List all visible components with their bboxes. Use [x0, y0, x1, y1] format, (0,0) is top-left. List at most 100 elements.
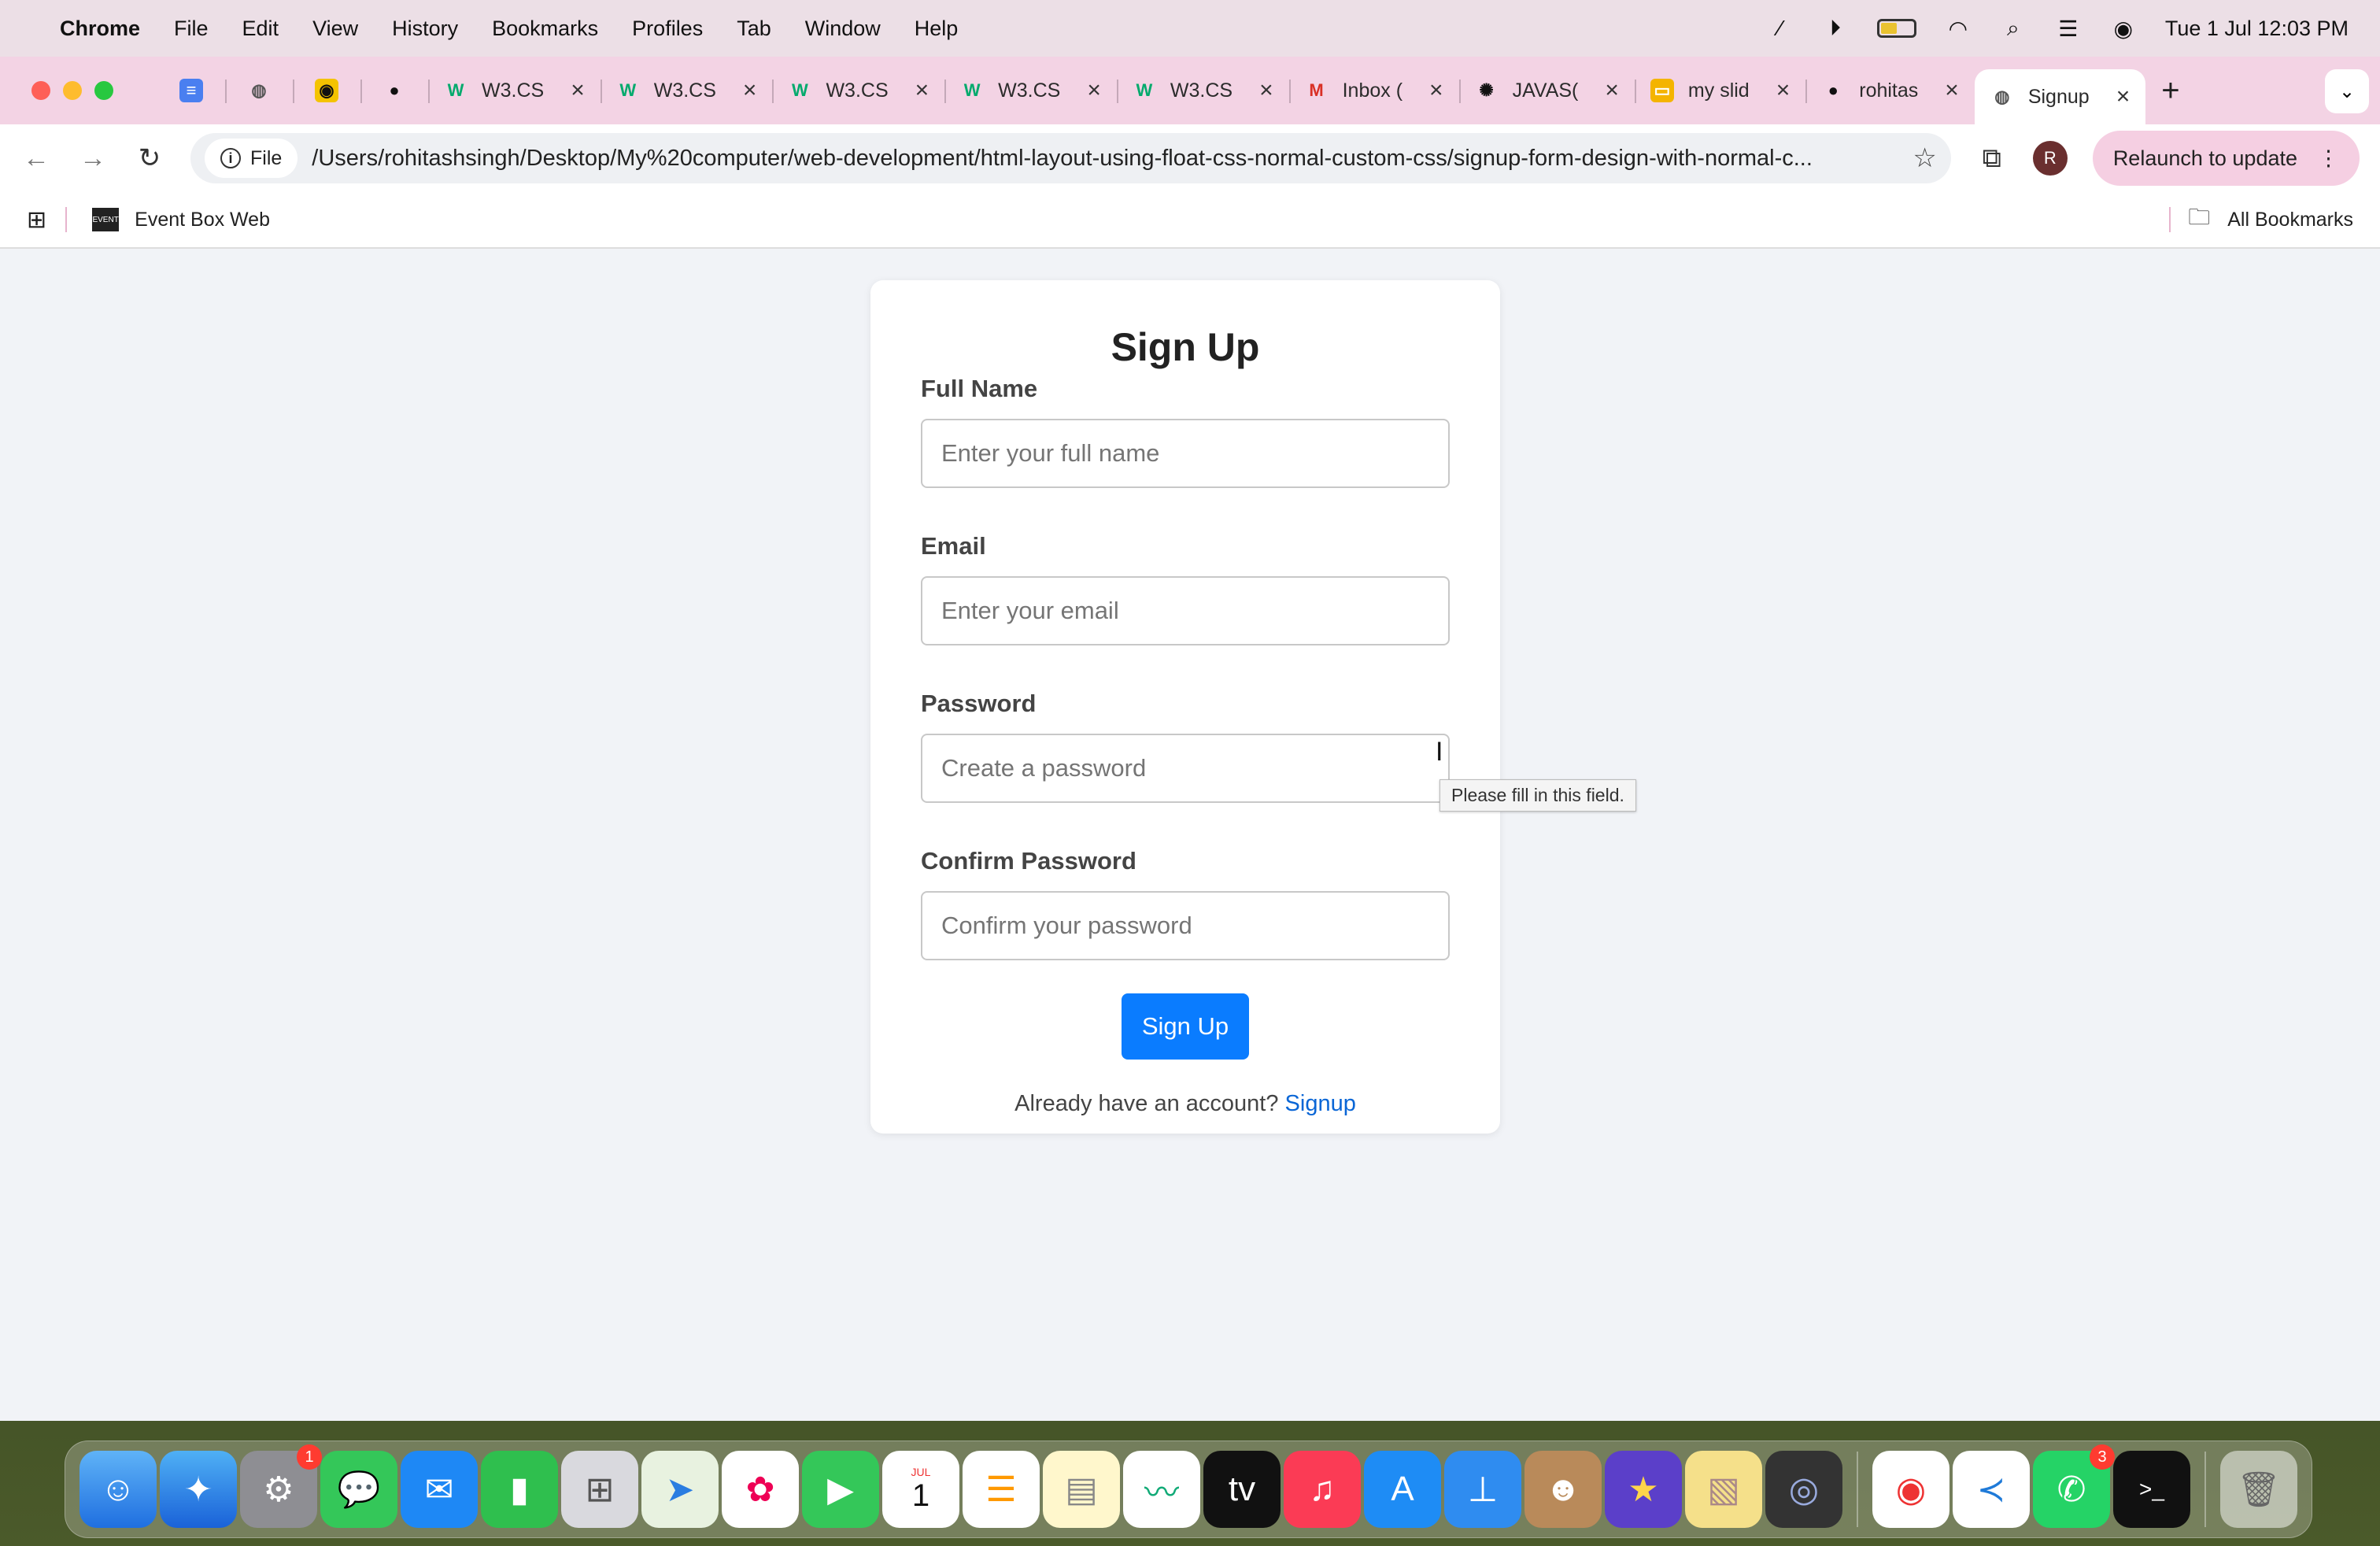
close-window-button[interactable] [31, 81, 50, 100]
signup-link[interactable]: Signup [1285, 1091, 1356, 1116]
tab-github[interactable]: ● rohitas × [1805, 67, 1975, 114]
menu-help[interactable]: Help [915, 17, 959, 41]
menu-window[interactable]: Window [805, 17, 881, 41]
relaunch-to-update-button[interactable]: Relaunch to update ⋮ [2092, 131, 2360, 186]
close-tab-icon[interactable]: × [1945, 77, 1959, 104]
menu-edit[interactable]: Edit [242, 17, 279, 41]
app-store-icon[interactable]: A [1364, 1451, 1441, 1528]
apps-grid-icon[interactable]: ⊞ [27, 206, 46, 234]
close-tab-icon[interactable]: × [1776, 77, 1791, 104]
address-bar[interactable]: i File /Users/rohitashsingh/Desktop/My%2… [190, 133, 1951, 183]
pinned-tab-extension[interactable]: ◉ [293, 67, 360, 114]
new-tab-button[interactable]: + [2161, 73, 2179, 109]
profile-avatar[interactable]: R [2032, 141, 2068, 176]
trash-icon[interactable]: 🗑 [2220, 1451, 2297, 1528]
full-name-input[interactable] [921, 419, 1450, 488]
freeform-icon[interactable]: 〰 [1123, 1451, 1200, 1528]
safari-icon[interactable]: ✦ [160, 1451, 237, 1528]
keynote-icon[interactable]: ⊥ [1444, 1451, 1521, 1528]
browser-toolbar: ← → ↻ i File /Users/rohitashsingh/Deskto… [0, 124, 2380, 192]
chrome-icon[interactable]: ◉ [1872, 1451, 1949, 1528]
menu-history[interactable]: History [392, 17, 458, 41]
tab-w3-1[interactable]: W W3.CS × [428, 67, 601, 114]
vscode-icon[interactable]: ≺ [1953, 1451, 2030, 1528]
search-icon[interactable]: ⌕ [2000, 16, 2027, 40]
whatsapp-icon[interactable]: ✆ 3 [2033, 1444, 2115, 1528]
close-tab-icon[interactable]: × [743, 77, 757, 104]
all-bookmarks[interactable]: 🗀 All Bookmarks [2169, 201, 2353, 239]
system-settings-icon[interactable]: ⚙ 1 [240, 1444, 322, 1528]
pinned-tab-globe[interactable]: ◍ [225, 67, 293, 114]
apple-tv-icon[interactable]: tv [1203, 1451, 1281, 1528]
music-icon[interactable]: ♫ [1284, 1451, 1361, 1528]
pen-slash-icon[interactable]: ⁄ [1767, 16, 1794, 40]
back-arrow-icon[interactable]: ← [20, 143, 52, 174]
confirm-password-input[interactable] [921, 891, 1450, 960]
close-tab-icon[interactable]: × [1605, 77, 1619, 104]
extensions-puzzle-icon[interactable]: ⧉ [1976, 143, 2008, 174]
tab-w3-4[interactable]: W W3.CS × [944, 67, 1117, 114]
contacts-icon[interactable]: ☻ [1524, 1451, 1602, 1528]
maps-icon[interactable]: ➤ [641, 1451, 719, 1528]
tab-chatgpt[interactable]: ✺ JAVAS(× [1458, 67, 1635, 114]
battery-icon[interactable] [1876, 19, 1916, 38]
notes-icon[interactable]: ▤ [1043, 1451, 1120, 1528]
full-name-label: Full Name [921, 375, 1038, 402]
quicktime-icon[interactable]: ◎ [1765, 1451, 1842, 1528]
url-text[interactable]: /Users/rohitashsingh/Desktop/My%20comput… [312, 146, 1898, 172]
github-icon: ● [389, 80, 400, 100]
reminders-icon[interactable]: ☰ [963, 1451, 1040, 1528]
pinned-tab-docs[interactable]: ≡ [157, 67, 225, 114]
tab-w3-3[interactable]: W W3.CS × [772, 67, 944, 114]
stickies-icon[interactable]: ▧ [1685, 1451, 1762, 1528]
finder-icon[interactable]: ☺ [79, 1451, 157, 1528]
zoom-window-button[interactable] [94, 81, 113, 100]
site-info-chip[interactable]: i File [205, 139, 298, 178]
facetime-icon[interactable]: ▶ [802, 1451, 879, 1528]
kebab-menu-icon[interactable]: ⋮ [2318, 146, 2339, 171]
imovie-star-icon[interactable]: ★ [1605, 1451, 1682, 1528]
terminal-icon[interactable]: >_ [2113, 1451, 2190, 1528]
menu-app-name[interactable]: Chrome [60, 17, 140, 41]
menu-bookmarks[interactable]: Bookmarks [492, 17, 598, 41]
close-tab-icon[interactable]: × [1259, 77, 1273, 104]
tab-w3-2[interactable]: W W3.CS × [600, 67, 773, 114]
close-tab-icon[interactable]: × [915, 77, 929, 104]
calendar-icon[interactable]: JUL 1 [882, 1451, 959, 1528]
bookmark-event-box-web[interactable]: EVENT Event Box Web [92, 208, 270, 231]
wifi-icon[interactable]: ◠ [1945, 17, 1972, 41]
folder-icon: 🗀 [2188, 205, 2211, 229]
bookmark-star-icon[interactable]: ☆ [1913, 142, 1936, 174]
reload-icon[interactable]: ↻ [134, 142, 165, 174]
forward-arrow-icon[interactable]: → [77, 143, 109, 174]
mail-icon[interactable]: ✉ [401, 1451, 478, 1528]
launchpad-icon[interactable]: ⊞ [561, 1451, 638, 1528]
close-tab-icon[interactable]: × [2116, 83, 2131, 110]
tab-slides[interactable]: ▭ my slid × [1634, 67, 1805, 114]
menu-tab[interactable]: Tab [737, 17, 771, 41]
messages-icon[interactable]: 💬 [320, 1451, 397, 1528]
pinned-tab-github[interactable]: ● [360, 67, 428, 114]
close-tab-icon[interactable]: × [1087, 77, 1101, 104]
close-tab-icon[interactable]: × [571, 77, 585, 104]
tab-w3-5[interactable]: W W3.CS × [1116, 67, 1289, 114]
menu-profiles[interactable]: Profiles [632, 17, 703, 41]
control-center-icon[interactable]: ☰ [2055, 17, 2082, 41]
play-circle-icon[interactable]: ⏵ [1822, 16, 1849, 40]
photos-icon[interactable]: ✿ [722, 1451, 799, 1528]
menu-view[interactable]: View [312, 17, 358, 41]
sign-up-button[interactable]: Sign Up [1122, 993, 1249, 1060]
close-tab-icon[interactable]: × [1429, 77, 1443, 104]
tab-gmail[interactable]: M Inbox (× [1288, 67, 1459, 114]
dock-separator [2204, 1452, 2206, 1527]
tab-search-dropdown-icon[interactable]: ⌄ [2325, 69, 2369, 113]
email-input[interactable] [921, 576, 1450, 645]
login-prompt: Already have an account? Signup [921, 1091, 1450, 1117]
siri-icon[interactable]: ◉ [2110, 17, 2137, 41]
minimize-window-button[interactable] [63, 81, 82, 100]
password-input[interactable] [921, 734, 1450, 803]
tab-signup-active[interactable]: ◍ Signup × [1974, 69, 2146, 124]
menu-file[interactable]: File [174, 17, 209, 41]
numbers-icon[interactable]: ▮ [481, 1451, 558, 1528]
menubar-clock[interactable]: Tue 1 Jul 12:03 PM [2165, 17, 2349, 41]
